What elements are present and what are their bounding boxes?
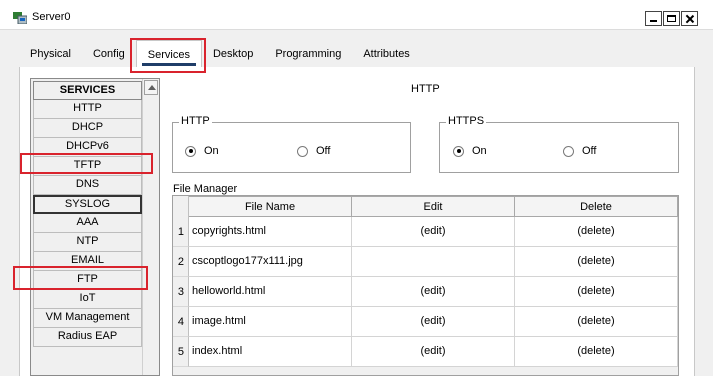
sidebar-item-dns[interactable]: DNS [33, 176, 142, 195]
tab-physical[interactable]: Physical [19, 42, 82, 67]
sidebar-item-dhcpv6[interactable]: DHCPv6 [33, 138, 142, 157]
edit-link[interactable]: (edit) [352, 337, 515, 367]
radio-unselected-icon[interactable] [563, 145, 574, 157]
tab-desktop[interactable]: Desktop [202, 42, 264, 67]
edit-link[interactable]: (edit) [352, 307, 515, 337]
file-name-cell[interactable]: image.html [189, 307, 352, 337]
row-number: 1 [173, 217, 189, 247]
radio-selected-icon[interactable] [185, 145, 196, 157]
table-header: File Name Edit Delete [173, 196, 678, 217]
sidebar-item-http[interactable]: HTTP [33, 100, 142, 119]
tab-label: Desktop [212, 48, 254, 60]
table-row: 5 index.html (edit) (delete) [173, 337, 678, 367]
delete-link[interactable]: (delete) [515, 307, 678, 337]
edit-cell [352, 247, 515, 277]
edit-link[interactable]: (edit) [352, 217, 515, 247]
sidebar-item-iot[interactable]: IoT [33, 290, 142, 309]
window-controls [644, 11, 698, 26]
file-manager-label: File Manager [173, 183, 238, 195]
https-on-label: On [472, 145, 487, 157]
file-name-cell[interactable]: cscoptlogo177x111.jpg [189, 247, 352, 277]
column-header-edit[interactable]: Edit [352, 196, 515, 217]
tab-label: Programming [275, 48, 342, 60]
row-number: 5 [173, 337, 189, 367]
tab-label: Config [92, 48, 125, 60]
http-legend: HTTP [179, 115, 212, 127]
active-tab-underline [141, 63, 196, 66]
column-header-delete[interactable]: Delete [515, 196, 678, 217]
delete-link[interactable]: (delete) [515, 337, 678, 367]
sidebar-item-radius-eap[interactable]: Radius EAP [33, 328, 142, 347]
column-header-file-name[interactable]: File Name [189, 196, 352, 217]
edit-link[interactable]: (edit) [352, 277, 515, 307]
services-list: SERVICES HTTP DHCP DHCPv6 TFTP DNS SYSLO… [33, 81, 142, 347]
table-row: 2 cscoptlogo177x111.jpg (delete) [173, 247, 678, 277]
https-on-radio[interactable]: On [453, 145, 487, 157]
maximize-button[interactable] [663, 11, 680, 26]
services-sidebar: SERVICES HTTP DHCP DHCPv6 TFTP DNS SYSLO… [30, 78, 160, 376]
services-header: SERVICES [33, 81, 142, 100]
row-number: 2 [173, 247, 189, 277]
page-title: HTTP [411, 83, 440, 95]
radio-selected-icon[interactable] [453, 145, 464, 157]
delete-link[interactable]: (delete) [515, 247, 678, 277]
file-name-cell[interactable]: copyrights.html [189, 217, 352, 247]
table-row: 3 helloworld.html (edit) (delete) [173, 277, 678, 307]
sidebar-item-dhcp[interactable]: DHCP [33, 119, 142, 138]
sidebar-item-syslog[interactable]: SYSLOG [33, 195, 142, 214]
row-number: 3 [173, 277, 189, 307]
table-row: 1 copyrights.html (edit) (delete) [173, 217, 678, 247]
table-row: 4 image.html (edit) (delete) [173, 307, 678, 337]
delete-link[interactable]: (delete) [515, 217, 678, 247]
sidebar-scrollbar[interactable] [142, 79, 159, 375]
delete-link[interactable]: (delete) [515, 277, 678, 307]
window-title: Server0 [32, 11, 71, 23]
tab-bar: Physical Config Services Desktop Program… [19, 40, 421, 67]
packet-tracer-icon [13, 12, 27, 24]
http-on-radio[interactable]: On [185, 145, 219, 157]
tab-config[interactable]: Config [82, 42, 136, 67]
sidebar-item-aaa[interactable]: AAA [33, 214, 142, 233]
sidebar-item-ftp[interactable]: FTP [33, 271, 142, 290]
table-corner [173, 196, 189, 217]
tab-label: Services [147, 49, 190, 61]
tab-programming[interactable]: Programming [264, 42, 352, 67]
title-bar: Server0 [0, 0, 713, 30]
https-group: HTTPS On Off [439, 115, 679, 173]
http-on-label: On [204, 145, 219, 157]
http-off-radio[interactable]: Off [297, 145, 330, 157]
minimize-button[interactable] [645, 11, 662, 26]
row-number: 4 [173, 307, 189, 337]
file-name-cell[interactable]: helloworld.html [189, 277, 352, 307]
tab-attributes[interactable]: Attributes [352, 42, 420, 67]
radio-unselected-icon[interactable] [297, 145, 308, 157]
file-name-cell[interactable]: index.html [189, 337, 352, 367]
https-off-label: Off [582, 145, 597, 157]
sidebar-item-ntp[interactable]: NTP [33, 233, 142, 252]
file-manager-table: File Name Edit Delete 1 copyrights.html … [172, 195, 679, 376]
close-button[interactable] [681, 11, 698, 26]
sidebar-item-tftp[interactable]: TFTP [33, 157, 142, 176]
https-off-radio[interactable]: Off [563, 145, 596, 157]
sidebar-item-email[interactable]: EMAIL [33, 252, 142, 271]
scroll-up-arrow-icon[interactable] [144, 80, 158, 95]
tab-services[interactable]: Services [135, 40, 202, 67]
https-legend: HTTPS [446, 115, 487, 127]
http-group: HTTP On Off [172, 115, 411, 173]
tab-label: Physical [30, 48, 71, 60]
tab-label: Attributes [363, 48, 410, 60]
sidebar-item-vm-management[interactable]: VM Management [33, 309, 142, 328]
http-off-label: Off [316, 145, 331, 157]
